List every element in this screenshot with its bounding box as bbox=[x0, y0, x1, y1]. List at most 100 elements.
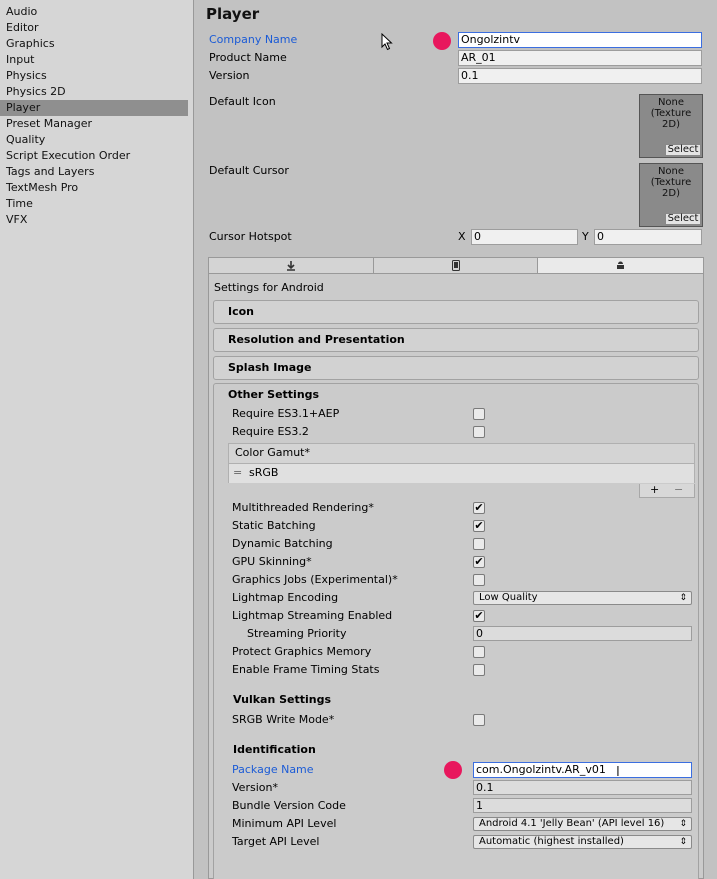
project-settings-sidebar: Audio Editor Graphics Input Physics Phys… bbox=[0, 0, 194, 879]
android-settings-panel: Settings for Android Icon Resolution and… bbox=[208, 274, 704, 879]
phone-icon bbox=[451, 260, 460, 271]
target-api-level-label: Target API Level bbox=[232, 835, 320, 848]
android-version-label: Version* bbox=[232, 781, 278, 794]
srgb-write-checkbox[interactable] bbox=[473, 714, 485, 726]
sidebar-item-editor[interactable]: Editor bbox=[0, 20, 188, 36]
require-es32-checkbox[interactable] bbox=[473, 426, 485, 438]
product-name-field[interactable]: AR_01 bbox=[458, 50, 702, 66]
company-name-field[interactable]: Ongolzintv bbox=[458, 32, 702, 48]
texture-none-text: None bbox=[657, 97, 685, 108]
checkmark-icon: ✔ bbox=[474, 609, 484, 622]
sidebar-item-physics[interactable]: Physics bbox=[0, 68, 188, 84]
company-name-label: Company Name bbox=[209, 33, 298, 46]
lightmap-encoding-value: Low Quality bbox=[479, 592, 538, 603]
page-title: Player bbox=[206, 5, 260, 23]
static-batching-checkbox[interactable]: ✔ bbox=[473, 520, 485, 532]
sidebar-item-textmesh-pro[interactable]: TextMesh Pro bbox=[0, 180, 188, 196]
android-icon bbox=[617, 261, 624, 269]
sidebar-item-input[interactable]: Input bbox=[0, 52, 188, 68]
lightmap-streaming-label: Lightmap Streaming Enabled bbox=[232, 609, 393, 622]
checkmark-icon: ✔ bbox=[474, 519, 484, 532]
dynamic-batching-checkbox[interactable] bbox=[473, 538, 485, 550]
sidebar-item-tags-and-layers[interactable]: Tags and Layers bbox=[0, 164, 188, 180]
gamut-remove-button[interactable]: − bbox=[674, 484, 683, 496]
bundle-version-code-label: Bundle Version Code bbox=[232, 799, 346, 812]
graphics-jobs-checkbox[interactable] bbox=[473, 574, 485, 586]
texture-type-text: (Texture bbox=[650, 108, 692, 119]
other-settings-title[interactable]: Other Settings bbox=[228, 387, 319, 403]
marker-dot-icon bbox=[444, 761, 462, 779]
version-field[interactable]: 0.1 bbox=[458, 68, 702, 84]
text-cursor-icon: I bbox=[616, 765, 620, 780]
color-gamut-header: Color Gamut* bbox=[235, 446, 310, 459]
gpu-skinning-label: GPU Skinning* bbox=[232, 555, 312, 568]
download-icon bbox=[287, 261, 295, 271]
sidebar-item-script-execution-order[interactable]: Script Execution Order bbox=[0, 148, 188, 164]
tab-android[interactable] bbox=[537, 257, 704, 274]
sidebar-item-quality[interactable]: Quality bbox=[0, 132, 188, 148]
multithreaded-label: Multithreaded Rendering* bbox=[232, 501, 374, 514]
color-gamut-footer: + − bbox=[639, 484, 695, 498]
checkmark-icon: ✔ bbox=[474, 501, 484, 514]
marker-dot-icon bbox=[433, 32, 451, 50]
sidebar-item-vfx[interactable]: VFX bbox=[0, 212, 188, 228]
sidebar-item-player[interactable]: Player bbox=[0, 100, 188, 116]
foldout-icon[interactable]: Icon bbox=[213, 300, 699, 324]
mouse-pointer-icon bbox=[381, 33, 393, 51]
default-cursor-label: Default Cursor bbox=[209, 164, 289, 177]
texture-dim-text: 2D) bbox=[662, 119, 680, 130]
lightmap-encoding-dropdown[interactable]: Low Quality ⇕ bbox=[473, 591, 692, 605]
tab-ios[interactable] bbox=[373, 257, 538, 274]
player-settings-panel: Player Company Name Ongolzintv Product N… bbox=[195, 0, 717, 879]
default-cursor-select-button[interactable]: Select bbox=[665, 213, 701, 225]
default-icon-slot[interactable]: None (Texture 2D) Select bbox=[639, 94, 703, 158]
sidebar-item-physics-2d[interactable]: Physics 2D bbox=[0, 84, 188, 100]
target-api-level-value: Automatic (highest installed) bbox=[479, 836, 624, 847]
product-name-label: Product Name bbox=[209, 51, 287, 64]
sidebar-item-preset-manager[interactable]: Preset Manager bbox=[0, 116, 188, 132]
lightmap-encoding-label: Lightmap Encoding bbox=[232, 591, 339, 604]
checkmark-icon: ✔ bbox=[474, 555, 484, 568]
bundle-version-code-field[interactable]: 1 bbox=[473, 798, 692, 813]
other-settings-section: Other Settings Require ES3.1+AEP Require… bbox=[213, 383, 699, 879]
sidebar-item-graphics[interactable]: Graphics bbox=[0, 36, 188, 52]
multithreaded-checkbox[interactable]: ✔ bbox=[473, 502, 485, 514]
cursor-hotspot-label: Cursor Hotspot bbox=[209, 230, 292, 243]
hotspot-x-field[interactable]: 0 bbox=[471, 229, 578, 245]
graphics-jobs-label: Graphics Jobs (Experimental)* bbox=[232, 573, 398, 586]
foldout-splash-image[interactable]: Splash Image bbox=[213, 356, 699, 380]
texture-none-text: None bbox=[657, 166, 685, 177]
target-api-level-dropdown[interactable]: Automatic (highest installed) ⇕ bbox=[473, 835, 692, 849]
lightmap-streaming-checkbox[interactable]: ✔ bbox=[473, 610, 485, 622]
identification-title: Identification bbox=[233, 743, 316, 756]
default-cursor-slot[interactable]: None (Texture 2D) Select bbox=[639, 163, 703, 227]
android-version-field[interactable]: 0.1 bbox=[473, 780, 692, 795]
settings-for-android-title: Settings for Android bbox=[214, 281, 324, 294]
dynamic-batching-label: Dynamic Batching bbox=[232, 537, 333, 550]
gamut-add-button[interactable]: + bbox=[650, 484, 659, 496]
default-icon-label: Default Icon bbox=[209, 95, 276, 108]
minimum-api-level-dropdown[interactable]: Android 4.1 'Jelly Bean' (API level 16) … bbox=[473, 817, 692, 831]
minimum-api-level-label: Minimum API Level bbox=[232, 817, 337, 830]
texture-type-text: (Texture bbox=[650, 177, 692, 188]
streaming-priority-field[interactable]: 0 bbox=[473, 626, 692, 641]
sidebar-item-audio[interactable]: Audio bbox=[0, 4, 188, 20]
foldout-resolution-and-presentation[interactable]: Resolution and Presentation bbox=[213, 328, 699, 352]
gpu-skinning-checkbox[interactable]: ✔ bbox=[473, 556, 485, 568]
hotspot-y-field[interactable]: 0 bbox=[594, 229, 702, 245]
protect-memory-checkbox[interactable] bbox=[473, 646, 485, 658]
require-es31-checkbox[interactable] bbox=[473, 408, 485, 420]
sidebar-item-time[interactable]: Time bbox=[0, 196, 188, 212]
streaming-priority-label: Streaming Priority bbox=[247, 627, 347, 640]
color-gamut-item-row[interactable]: = sRGB bbox=[229, 463, 694, 483]
frame-timing-checkbox[interactable] bbox=[473, 664, 485, 676]
default-icon-select-button[interactable]: Select bbox=[665, 144, 701, 156]
package-name-field[interactable]: com.Ongolzintv.AR_v01 bbox=[473, 762, 692, 778]
color-gamut-list: Color Gamut* = sRGB bbox=[228, 443, 695, 483]
drag-handle-icon[interactable]: = bbox=[233, 465, 242, 481]
minimum-api-level-value: Android 4.1 'Jelly Bean' (API level 16) bbox=[479, 818, 665, 829]
tab-standalone[interactable] bbox=[208, 257, 374, 274]
dropdown-arrow-icon: ⇕ bbox=[679, 837, 687, 847]
version-label: Version bbox=[209, 69, 250, 82]
require-es32-label: Require ES3.2 bbox=[232, 425, 309, 438]
